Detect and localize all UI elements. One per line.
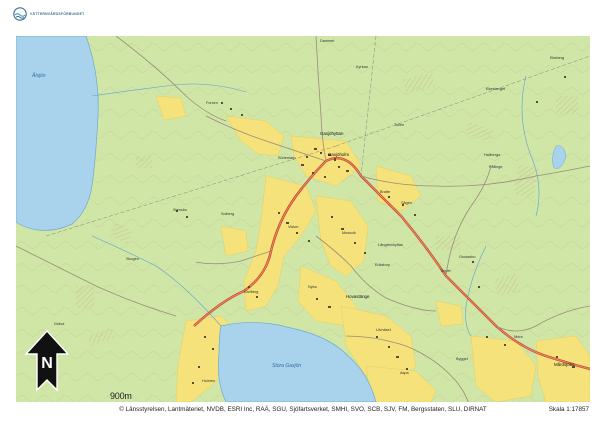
place-label-langebo[interactable]: Långebohyttan xyxy=(378,243,403,248)
map-view[interactable]: Gaxjöhyttan Gaxjöholm Hovastänge Sörlema… xyxy=(16,36,590,402)
place-label-ulvnas[interactable]: Ulvnäset xyxy=(376,328,391,333)
place-label-nybo[interactable]: Nybo xyxy=(308,285,317,290)
place-label-skogen[interactable]: Skogen xyxy=(126,257,139,262)
place-label-sagen[interactable]: Sågen xyxy=(401,201,412,206)
place-label-hovasten[interactable]: Hovastänge xyxy=(346,294,369,299)
logo-wave-icon xyxy=(13,7,27,21)
place-label-karlberg[interactable]: Karlberg xyxy=(244,290,258,295)
place-label-erikstorp[interactable]: Erikstorp xyxy=(375,263,390,268)
north-arrow-icon: N xyxy=(24,330,70,392)
water-label-lake-south[interactable]: Stora Gaxjön xyxy=(272,364,301,369)
place-label-manvik[interactable]: Mossvik xyxy=(342,231,356,236)
north-arrow-letter: N xyxy=(41,355,53,372)
place-label-bratte[interactable]: Bratte xyxy=(380,190,390,195)
place-label-vistorp[interactable]: Viston xyxy=(288,225,298,230)
place-label-mora[interactable]: Mora xyxy=(514,335,523,340)
place-label-sonnarp[interactable]: Sörlemarp xyxy=(278,156,296,161)
place-label-grossebo[interactable]: Grossebo xyxy=(459,255,475,260)
place-label-marsundet[interactable]: Mårdsjöbo xyxy=(554,362,575,367)
place-label-tullen[interactable]: Tullen xyxy=(394,123,404,128)
place-label-gaxjohyttan[interactable]: Gaxjöhyttan xyxy=(320,131,343,136)
place-label-solberg[interactable]: Solberg xyxy=(221,212,234,217)
place-label-stensbo[interactable]: Stensbo xyxy=(173,208,187,213)
scale-bar-label: 900m xyxy=(110,391,132,401)
logo-text: VÄTTERNVÅRDSFÖRBUNDET xyxy=(30,12,85,16)
place-label-hallberg[interactable]: Hallberga xyxy=(484,153,500,158)
place-label-bygget[interactable]: Bygget xyxy=(456,357,468,362)
place-label-forsen[interactable]: Forsen xyxy=(206,101,218,106)
place-label-aspa[interactable]: Aspa xyxy=(400,371,409,376)
place-label-grava[interactable]: Gräva xyxy=(54,322,64,327)
place-label-gaxjo[interactable]: Gaxjöholm xyxy=(328,152,349,157)
water-label-lake-west[interactable]: Ålsjön xyxy=(32,74,46,79)
place-label-dammet[interactable]: Dammet xyxy=(320,39,334,44)
attribution-text: © Länsstyrelsen, Lantmäteriet, NVDB, ESR… xyxy=(119,406,487,413)
place-label-kyrkan[interactable]: Kyrkan xyxy=(356,65,368,70)
lake-west[interactable] xyxy=(16,36,99,231)
place-label-ekeberg[interactable]: Ekeberg xyxy=(550,56,564,61)
logo: VÄTTERNVÅRDSFÖRBUNDET xyxy=(13,7,84,21)
place-label-ekesberg[interactable]: Ekesberget xyxy=(486,87,505,92)
place-label-holmen[interactable]: Holmen xyxy=(202,379,215,384)
scale-label: Skala 1:17857 xyxy=(548,406,589,413)
place-label-torp[interactable]: Torpet xyxy=(440,269,451,274)
place-label-pallinge[interactable]: Pållinge xyxy=(489,165,503,170)
